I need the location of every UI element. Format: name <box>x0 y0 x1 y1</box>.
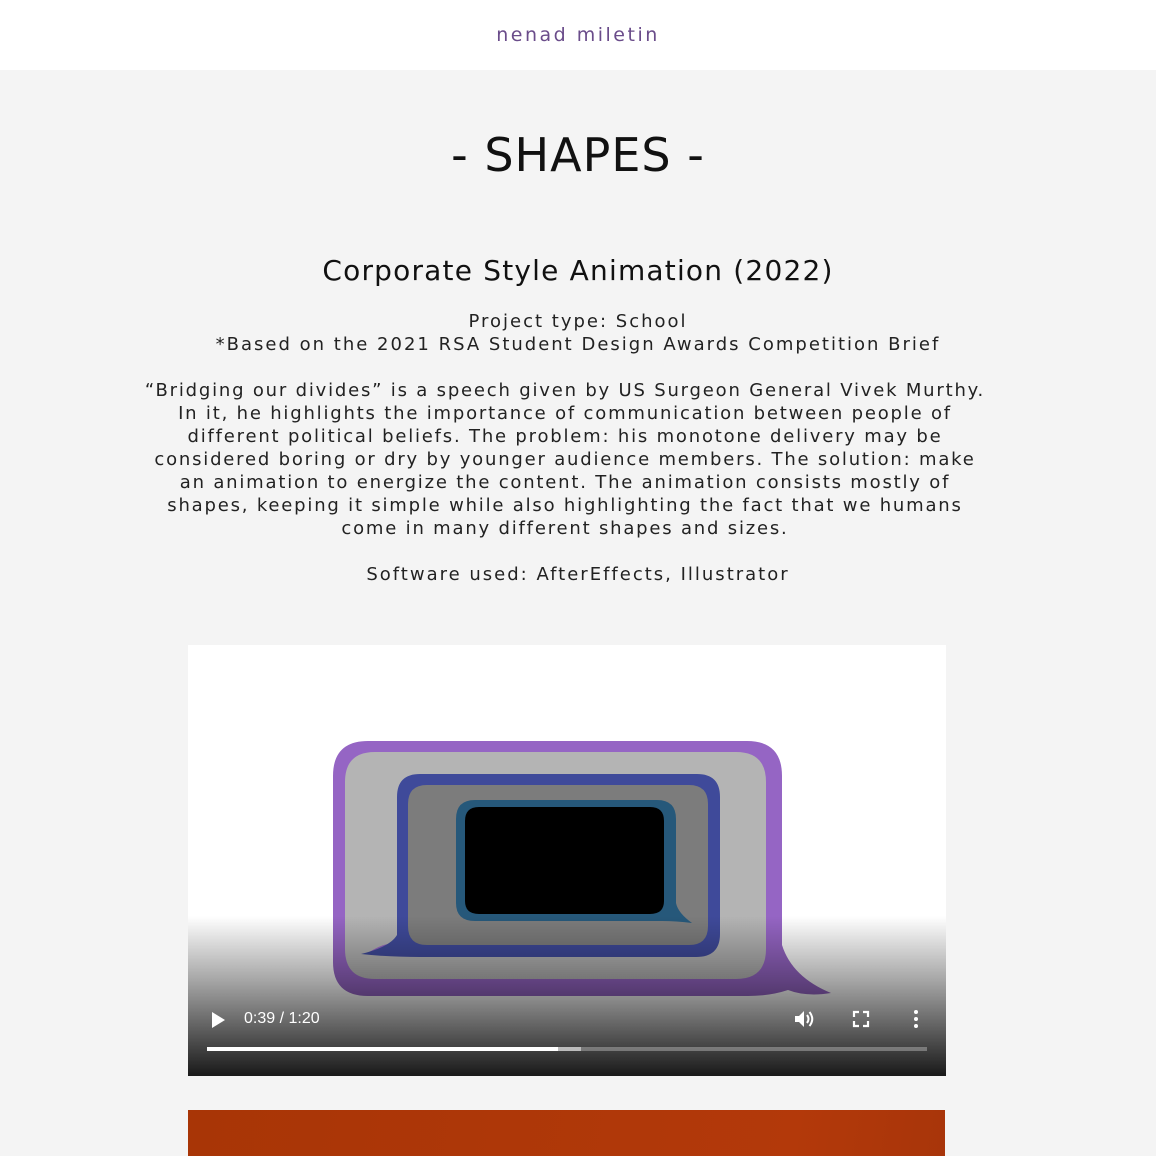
project-type: Project type: School <box>468 311 688 332</box>
site-name-link[interactable]: nenad miletin <box>496 24 660 46</box>
project-title: Corporate Style Animation (2022) <box>322 254 834 287</box>
play-icon <box>212 1012 225 1028</box>
video-progress-bar[interactable] <box>207 1047 927 1051</box>
site-header: nenad miletin <box>0 0 1156 70</box>
description-line: come in many different shapes and sizes. <box>341 518 789 539</box>
description-line: considered boring or dry by younger audi… <box>154 449 976 470</box>
page-title: - SHAPES - <box>451 128 705 182</box>
volume-icon <box>795 1011 814 1027</box>
fullscreen-icon <box>852 1010 870 1028</box>
next-project-thumbnail[interactable] <box>188 1110 945 1156</box>
more-options-button[interactable] <box>910 1007 922 1031</box>
description-line: shapes, keeping it simple while also hig… <box>167 495 963 516</box>
video-time-display: 0:39 / 1:20 <box>244 1010 320 1027</box>
project-brief: *Based on the 2021 RSA Student Design Aw… <box>215 334 941 355</box>
description-line: an animation to energize the content. Th… <box>179 472 951 493</box>
play-button[interactable] <box>208 1009 228 1031</box>
description-line: In it, he highlights the importance of c… <box>178 403 952 424</box>
video-player[interactable]: 0:39 / 1:20 <box>188 645 946 1076</box>
inner-bubble-screen <box>465 807 664 914</box>
video-controls-gradient <box>188 916 946 1076</box>
software-used: Software used: AfterEffects, Illustrator <box>366 564 790 585</box>
description-line: “Bridging our divides” is a speech given… <box>144 380 986 401</box>
video-played-bar <box>207 1047 558 1051</box>
more-options-icon <box>914 1010 918 1028</box>
description-line: different political beliefs. The problem… <box>187 426 943 447</box>
fullscreen-button[interactable] <box>851 1009 871 1029</box>
project-description: “Bridging our divides” is a speech given… <box>100 379 1030 540</box>
volume-button[interactable] <box>792 1007 818 1031</box>
